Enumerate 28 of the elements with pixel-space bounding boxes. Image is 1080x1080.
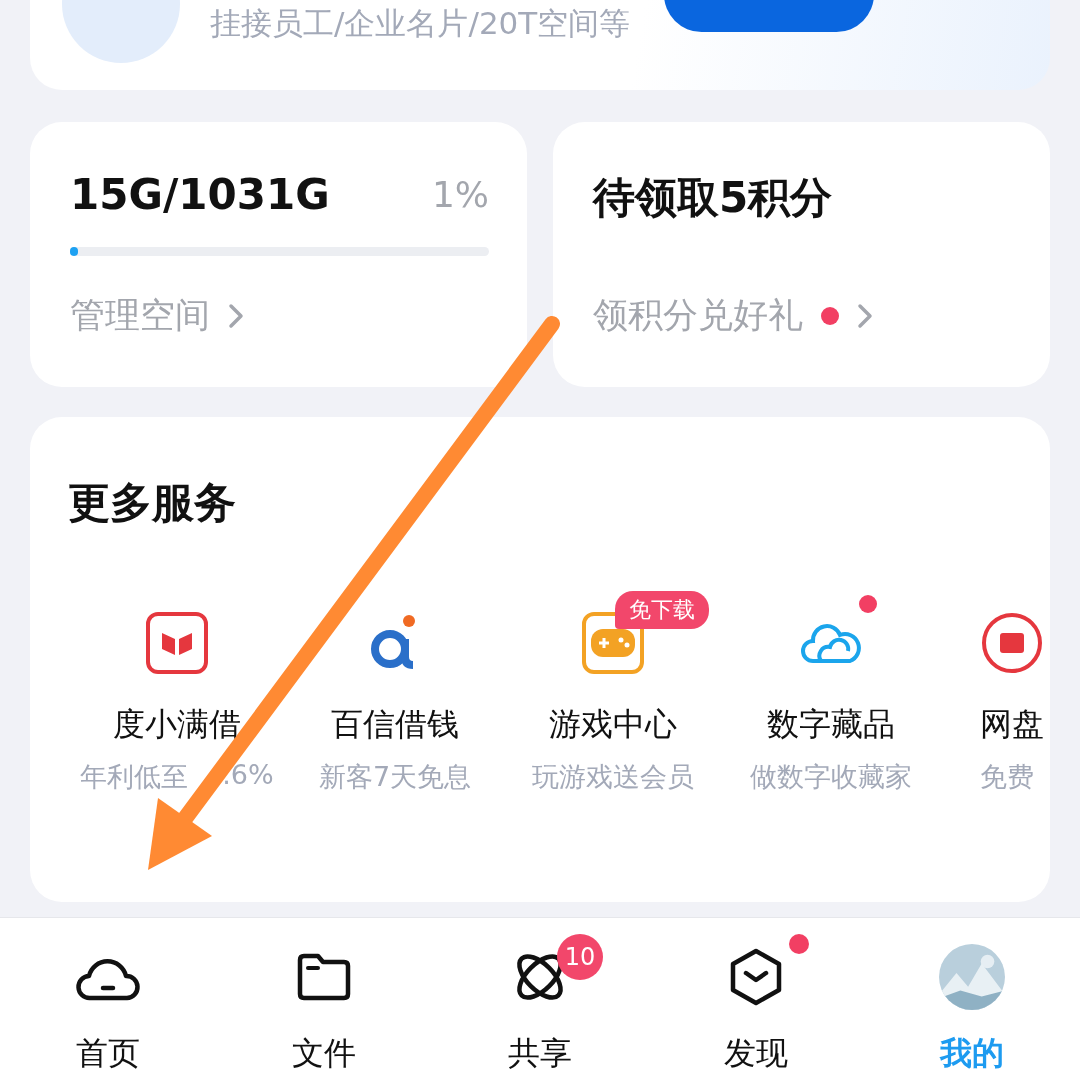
service-name[interactable]: 游戏中心 xyxy=(549,703,677,747)
nav-tab[interactable]: 首页 xyxy=(76,1032,140,1076)
nav-tab[interactable]: 共享 xyxy=(508,1032,572,1076)
nav-tab[interactable]: 发现 xyxy=(724,1032,788,1076)
service-name[interactable]: 数字藏品 xyxy=(767,703,895,747)
storage-percent: 1% xyxy=(431,174,489,215)
circle-icon xyxy=(980,611,1044,675)
free-download-badge: 免下载 xyxy=(615,591,709,629)
chevron-icon xyxy=(857,302,873,329)
folder-icon xyxy=(296,952,352,1002)
hexagon-clock-icon xyxy=(729,948,783,1006)
service-description: 玩游戏送会员 xyxy=(532,760,694,794)
service-description: 免费 xyxy=(980,760,1034,794)
book-icon xyxy=(145,611,209,675)
service-name[interactable]: 百信借钱 xyxy=(331,703,459,747)
chevron-icon xyxy=(228,302,244,329)
storage-usage: 15G/1031G xyxy=(70,170,330,219)
service-name[interactable]: 网盘 xyxy=(980,703,1044,747)
service-description: .6% xyxy=(222,759,274,792)
nav-tab[interactable]: 文件 xyxy=(292,1032,356,1076)
points-title: 待领取5积分 xyxy=(593,172,833,224)
service-description: 做数字收藏家 xyxy=(750,760,912,794)
services-title: 更多服务 xyxy=(68,477,237,529)
promo-subtitle: 挂接员工/企业名片/20T空间等 xyxy=(210,4,631,43)
service-description: 新客7天免息 xyxy=(318,760,472,794)
count-badge: 10 xyxy=(557,934,603,980)
service-name[interactable]: 度小满借 xyxy=(113,703,241,747)
service-description: 年利低至 xyxy=(80,760,189,794)
